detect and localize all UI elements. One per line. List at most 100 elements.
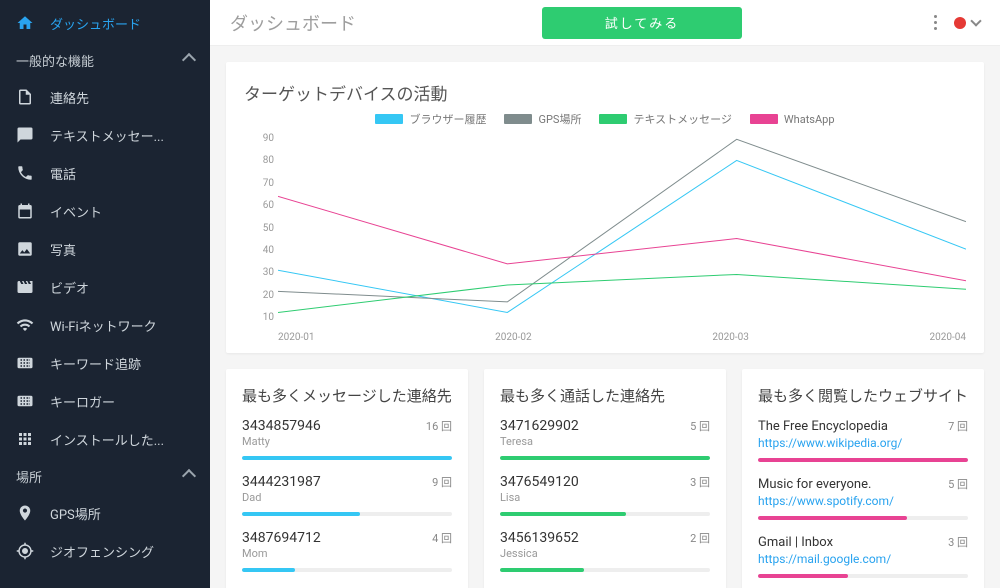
sidebar-item-label: インストールした... [50, 430, 194, 449]
chart-plot [278, 133, 966, 323]
sidebar-label: ダッシュボード [50, 14, 194, 33]
site-title: The Free Encyclopedia [758, 419, 888, 434]
activity-chart-card: ターゲットデバイスの活動 ブラウザー履歴 GPS場所 テキストメッセージ WhatsA… [226, 62, 984, 353]
sidebar-item-label: Wi-Fiネットワーク [50, 316, 194, 335]
sidebar-item[interactable]: ビデオ [0, 268, 210, 306]
sidebar-item[interactable]: インストールした... [0, 420, 210, 458]
contact-number: 3434857946 [242, 418, 321, 434]
top-calls-card: 最も多く通話した連絡先 34716299025 回Teresa347654912… [484, 369, 726, 588]
contact-name: Jessica [500, 547, 710, 560]
card-title: 最も多く閲覧したウェブサイト [758, 385, 968, 406]
contact-count: 3 回 [690, 474, 710, 490]
y-axis: 908070605040302010 [244, 133, 274, 323]
legend-item[interactable]: ブラウザー履歴 [375, 111, 486, 127]
x-axis: 2020-012020-022020-032020-04 [278, 332, 966, 343]
sidebar-item[interactable]: 連絡先 [0, 78, 210, 116]
sidebar-item[interactable]: 写真 [0, 230, 210, 268]
chevron-up-icon [182, 469, 196, 483]
contact-count: 5 回 [690, 418, 710, 434]
try-button[interactable]: 試してみる [542, 7, 742, 39]
contact-number: 3476549120 [500, 474, 579, 490]
sidebar-item[interactable]: GPS場所 [0, 494, 210, 532]
sidebar-item-label: ジオフェンシング [50, 542, 194, 561]
list-item[interactable]: 3476549120 3 回Lisa [500, 474, 710, 516]
legend-item[interactable]: GPS場所 [504, 111, 581, 127]
legend-item[interactable]: テキストメッセージ [599, 111, 731, 127]
card-title: 最も多くメッセージした連絡先 [242, 385, 452, 406]
sidebar-item-dashboard[interactable]: ダッシュボード [0, 4, 210, 42]
sidebar-item[interactable]: テキストメッセー... [0, 116, 210, 154]
card-title: 最も多く通話した連絡先 [500, 385, 710, 406]
apps-icon [16, 430, 34, 448]
keyboard-icon [16, 354, 34, 372]
site-count: 5 回 [948, 476, 968, 492]
sidebar-item[interactable]: キーロガー [0, 382, 210, 420]
contact-name: Lisa [500, 491, 710, 504]
site-title: Gmail | Inbox [758, 535, 833, 550]
page-title: ダッシュボード [230, 10, 356, 36]
bottom-row: 最も多くメッセージした連絡先 3434857946 16 回Matty 344423… [226, 369, 984, 588]
list-item[interactable]: 34716299025 回Teresa [500, 418, 710, 460]
contact-number: 3456139652 [500, 530, 579, 546]
site-url[interactable]: https://mail.google.com/ [758, 552, 968, 566]
chevron-down-icon [970, 15, 981, 26]
list-item[interactable]: 34876947124 回Mom [242, 530, 452, 572]
sidebar-item-label: 写真 [50, 240, 194, 259]
sidebar-group-general[interactable]: 一般的な機能 [0, 42, 210, 78]
language-selector[interactable] [954, 17, 980, 29]
sidebar-item-label: イベント [50, 202, 194, 221]
sidebar-item[interactable]: ジオフェンシング [0, 532, 210, 570]
chevron-up-icon [182, 53, 196, 67]
sidebar-item-label: キーワード追跡 [50, 354, 194, 373]
list-item[interactable]: 3444231987 9 回Dad [242, 474, 452, 516]
list-item[interactable]: The Free Encyclopedia 7 回 https://www.wiki… [758, 418, 968, 462]
list-item[interactable]: 3456139652 2 回Jessica [500, 530, 710, 572]
main: ダッシュボード 試してみる ターゲットデバイスの活動 ブラウザー履歴 GPS場所 テ… [210, 0, 1000, 588]
contact-name: Dad [242, 491, 452, 504]
site-url[interactable]: https://www.spotify.com/ [758, 494, 968, 508]
sidebar-item-label: テキストメッセー... [50, 126, 194, 145]
sidebar-item[interactable]: Wi-Fiネットワーク [0, 306, 210, 344]
contact-count: 16 回 [426, 418, 452, 434]
top-websites-card: 最も多く閲覧したウェブサイト The Free Encyclopedia 7 回 h… [742, 369, 984, 588]
site-title: Music for everyone. [758, 477, 871, 492]
content: ターゲットデバイスの活動 ブラウザー履歴 GPS場所 テキストメッセージ WhatsA… [210, 46, 1000, 588]
contact-number: 3444231987 [242, 474, 321, 490]
sidebar-item[interactable]: イベント [0, 192, 210, 230]
group-label: 場所 [16, 467, 42, 486]
more-menu-icon[interactable] [928, 15, 942, 30]
contact-name: Matty [242, 435, 452, 448]
site-count: 7 回 [948, 418, 968, 434]
target-icon [16, 542, 34, 560]
sidebar-item[interactable]: キーワード追跡 [0, 344, 210, 382]
list-item[interactable]: 3434857946 16 回Matty [242, 418, 452, 460]
site-url[interactable]: https://www.wikipedia.org/ [758, 436, 968, 450]
list-item[interactable]: Gmail | Inbox 3 回 https://mail.google.com/ [758, 534, 968, 578]
legend-item[interactable]: WhatsApp [750, 111, 835, 127]
pin-icon [16, 504, 34, 522]
site-count: 3 回 [948, 534, 968, 550]
flag-icon [954, 17, 966, 29]
contact-count: 9 回 [432, 474, 452, 490]
file-icon [16, 88, 34, 106]
contact-count: 2 回 [690, 530, 710, 546]
calendar-icon [16, 202, 34, 220]
chart-title: ターゲットデバイスの活動 [244, 80, 966, 105]
top-messages-card: 最も多くメッセージした連絡先 3434857946 16 回Matty 344423… [226, 369, 468, 588]
sidebar-group-location[interactable]: 場所 [0, 458, 210, 494]
chart-legend: ブラウザー履歴 GPS場所 テキストメッセージ WhatsApp [244, 111, 966, 127]
chart-area: 908070605040302010 2020-012020-022020-03… [244, 133, 966, 343]
sidebar-item-label: ビデオ [50, 278, 194, 297]
sidebar-item-label: 電話 [50, 164, 194, 183]
sidebar-item-label: 連絡先 [50, 88, 194, 107]
list-item[interactable]: Music for everyone. 5 回 https://www.spotif… [758, 476, 968, 520]
contact-number: 3471629902 [500, 418, 579, 434]
topbar: ダッシュボード 試してみる [210, 0, 1000, 46]
group-label: 一般的な機能 [16, 51, 94, 70]
wifi-icon [16, 316, 34, 334]
phone-icon [16, 164, 34, 182]
contact-name: Mom [242, 547, 452, 560]
message-icon [16, 126, 34, 144]
sidebar-item-label: GPS場所 [50, 504, 194, 523]
sidebar-item[interactable]: 電話 [0, 154, 210, 192]
